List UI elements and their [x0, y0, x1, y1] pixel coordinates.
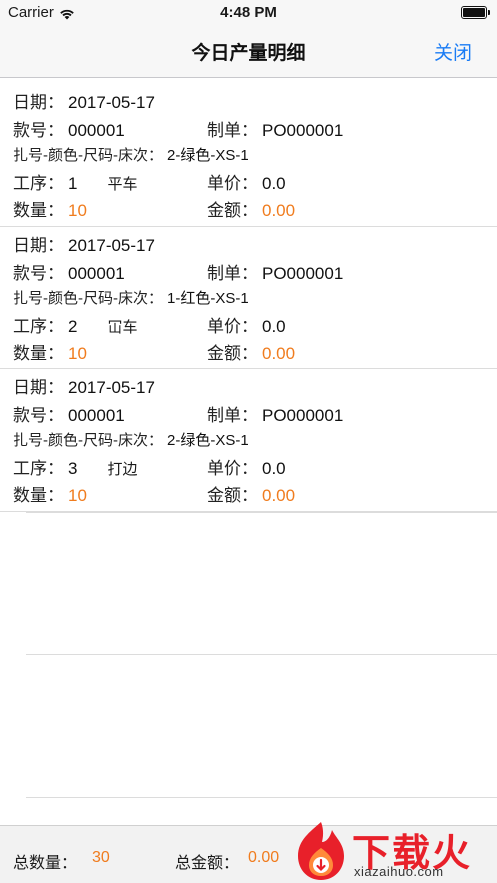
- bundle-label: 扎号-颜色-尺码-床次：: [13, 432, 163, 449]
- style-row: 款号： 000001 制单： PO000001: [13, 259, 343, 284]
- price-field: 单价： 0.0: [207, 454, 286, 479]
- style-value: 000001: [68, 121, 125, 140]
- bundle-row: 扎号-颜色-尺码-床次： 2-绿色-XS-1: [13, 429, 249, 450]
- empty-row-separator: [26, 512, 497, 513]
- process-label: 工序：: [13, 316, 64, 336]
- quantity-row: 数量： 10 金额： 0.00: [13, 339, 295, 364]
- record-item[interactable]: 日期： 2017-05-17 款号： 000001 制单： PO000001 扎号-颜…: [0, 369, 497, 512]
- amount-field: 金额： 0.00: [207, 196, 295, 221]
- date-value: 2017-05-17: [68, 235, 155, 255]
- price-value: 0.0: [262, 174, 286, 193]
- order-label: 制单：: [207, 406, 258, 425]
- order-label: 制单：: [207, 263, 258, 283]
- style-row: 款号： 000001 制单： PO000001: [13, 116, 343, 141]
- bundle-value: 1-红色-XS-1: [167, 289, 249, 307]
- process-name: 冚车: [107, 318, 138, 336]
- amount-label: 金额：: [207, 201, 258, 220]
- flame-logo-icon: [298, 822, 344, 880]
- date-value: 2017-05-17: [68, 378, 155, 397]
- watermark-logo: 下载火 xiazaihuo.com: [290, 818, 497, 883]
- total-amount-value: 0.00: [248, 849, 280, 866]
- amount-label: 金额：: [207, 486, 258, 505]
- order-value: PO000001: [262, 121, 344, 140]
- quantity-label: 数量：: [13, 201, 64, 220]
- date-row: 日期： 2017-05-17: [13, 88, 155, 113]
- process-number: 2: [68, 316, 78, 336]
- price-label: 单价：: [207, 459, 258, 478]
- process-label: 工序：: [13, 459, 64, 478]
- quantity-label: 数量：: [13, 343, 64, 363]
- order-field: 制单： PO000001: [207, 116, 343, 141]
- bundle-row: 扎号-颜色-尺码-床次： 1-红色-XS-1: [13, 287, 249, 308]
- empty-row-separator: [26, 654, 497, 655]
- date-row: 日期： 2017-05-17: [13, 373, 155, 398]
- style-label: 款号：: [13, 121, 64, 140]
- price-label: 单价：: [207, 174, 258, 193]
- production-detail-list[interactable]: 日期： 2017-05-17 款号： 000001 制单： PO000001 扎号-颜…: [0, 84, 497, 512]
- record-item[interactable]: 日期： 2017-05-17 款号： 000001 制单： PO000001 扎号-颜…: [0, 84, 497, 227]
- order-value: PO000001: [262, 406, 344, 425]
- total-quantity-value: 30: [92, 849, 110, 866]
- process-name: 打边: [107, 461, 138, 478]
- order-field: 制单： PO000001: [207, 401, 343, 426]
- price-field: 单价： 0.0: [207, 312, 286, 337]
- process-row: 工序： 2 冚车 单价： 0.0: [13, 312, 286, 337]
- date-value: 2017-05-17: [68, 93, 155, 112]
- amount-value: 0.00: [262, 343, 296, 363]
- amount-value: 0.00: [262, 201, 296, 220]
- style-label: 款号：: [13, 263, 64, 283]
- style-value: 000001: [68, 406, 125, 425]
- amount-field: 金额： 0.00: [207, 481, 295, 506]
- date-label: 日期：: [13, 235, 64, 255]
- total-amount-label: 总金额：: [175, 855, 240, 872]
- price-label: 单价：: [207, 316, 258, 336]
- status-bar: Carrier 4:48 PM: [0, 0, 497, 26]
- process-label: 工序：: [13, 174, 64, 193]
- style-row: 款号： 000001 制单： PO000001: [13, 401, 343, 426]
- quantity-value: 10: [68, 486, 87, 505]
- status-time: 4:48 PM: [220, 4, 277, 21]
- order-field: 制单： PO000001: [207, 259, 343, 284]
- watermark-site: xiazaihuo.com: [354, 864, 444, 879]
- process-row: 工序： 3 打边 单价： 0.0: [13, 454, 286, 479]
- battery-icon: [461, 6, 490, 19]
- price-value: 0.0: [262, 459, 286, 478]
- record-item[interactable]: 日期： 2017-05-17 款号： 000001 制单： PO000001 扎号-颜…: [0, 227, 497, 369]
- amount-label: 金额：: [207, 343, 258, 363]
- date-label: 日期：: [13, 93, 64, 112]
- date-row: 日期： 2017-05-17: [13, 231, 155, 256]
- process-number: 1: [68, 174, 78, 193]
- quantity-row: 数量： 10 金额： 0.00: [13, 196, 295, 221]
- price-value: 0.0: [262, 316, 286, 336]
- amount-field: 金额： 0.00: [207, 339, 295, 364]
- quantity-value: 10: [68, 343, 87, 363]
- total-quantity-label: 总数量：: [13, 855, 78, 872]
- bundle-label: 扎号-颜色-尺码-床次：: [13, 147, 163, 164]
- empty-row-separator: [26, 797, 497, 798]
- process-number: 3: [68, 459, 78, 478]
- amount-value: 0.00: [262, 486, 296, 505]
- navigation-bar: 今日产量明细 关闭: [0, 26, 497, 78]
- order-value: PO000001: [262, 263, 344, 283]
- style-label: 款号：: [13, 406, 64, 425]
- order-label: 制单：: [207, 121, 258, 140]
- bundle-label: 扎号-颜色-尺码-床次：: [13, 289, 163, 307]
- bundle-value: 2-绿色-XS-1: [167, 147, 249, 164]
- quantity-label: 数量：: [13, 486, 64, 505]
- bundle-value: 2-绿色-XS-1: [167, 432, 249, 449]
- bundle-row: 扎号-颜色-尺码-床次： 2-绿色-XS-1: [13, 144, 249, 165]
- quantity-value: 10: [68, 201, 87, 220]
- quantity-row: 数量： 10 金额： 0.00: [13, 481, 295, 506]
- process-name: 平车: [107, 176, 138, 193]
- style-value: 000001: [68, 263, 125, 283]
- page-title: 今日产量明细: [191, 43, 306, 64]
- price-field: 单价： 0.0: [207, 169, 286, 194]
- process-row: 工序： 1 平车 单价： 0.0: [13, 169, 286, 194]
- close-button[interactable]: 关闭: [434, 38, 472, 65]
- date-label: 日期：: [13, 378, 64, 397]
